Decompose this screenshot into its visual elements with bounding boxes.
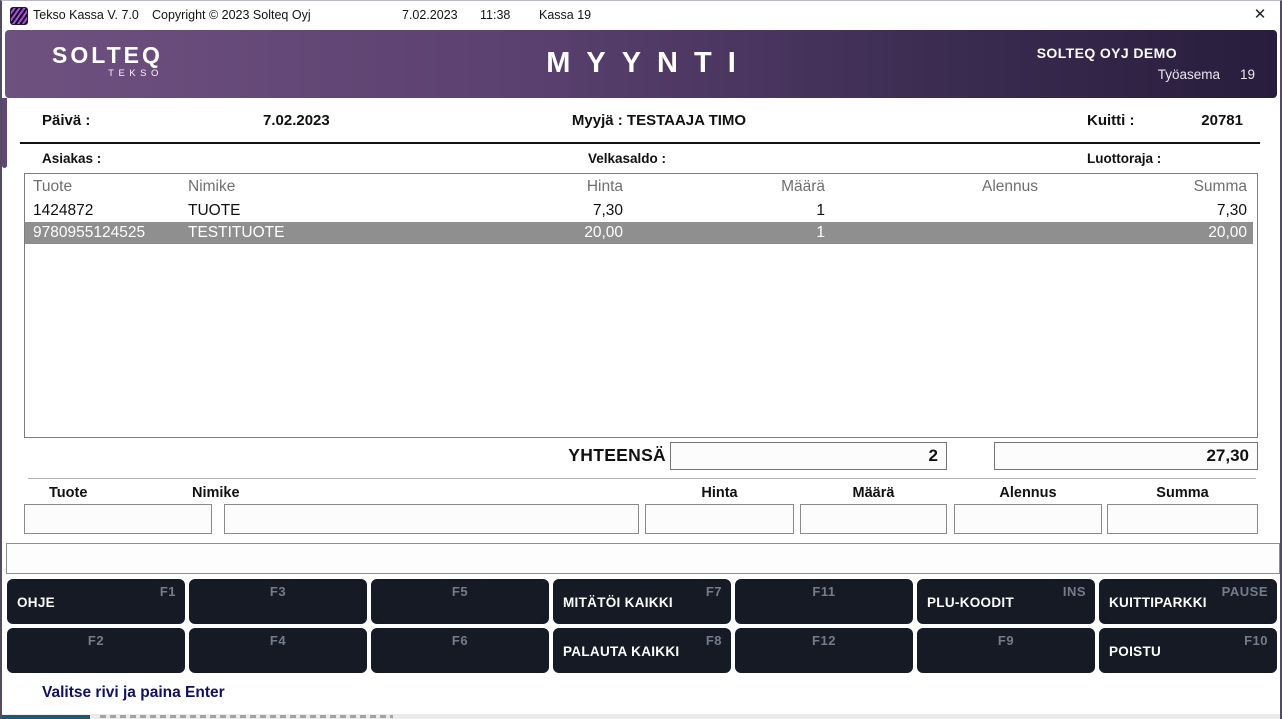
entry-tuote-input[interactable] — [24, 504, 212, 534]
debt-balance-label: Velkasaldo : — [0, 151, 1266, 166]
entry-label-maara: Määrä — [800, 485, 947, 501]
fkey-button-f9[interactable]: F9 — [917, 628, 1095, 673]
fkey-code: F1 — [160, 584, 176, 599]
col-header-hinta: Hinta — [460, 178, 623, 196]
pos-window: Tekso Kassa V. 7.0 Copyright © 2023 Solt… — [0, 0, 1282, 719]
col-header-summa: Summa — [1038, 178, 1257, 196]
receipt-number: 20781 — [1201, 112, 1243, 129]
void-all-button-f7[interactable]: MITÄTÖI KAIKKIF7 — [553, 579, 731, 624]
fkey-button-f3[interactable]: F3 — [189, 579, 367, 624]
titlebar-register: Kassa 19 — [539, 8, 591, 22]
fkey-code: F11 — [735, 584, 913, 599]
sale-lines-table: Tuote Nimike Hinta Määrä Alennus Summa 1… — [24, 173, 1258, 438]
table-row-selected[interactable]: 9780955124525 TESTITUOTE 20,00 1 20,00 — [25, 222, 1257, 244]
table-row[interactable]: 1424872 TUOTE 7,30 1 7,30 — [25, 200, 1257, 222]
command-input[interactable] — [6, 543, 1280, 574]
return-all-button-f8[interactable]: PALAUTA KAIKKIF8 — [553, 628, 731, 673]
plu-codes-button-ins[interactable]: PLU-KOODITINS — [917, 579, 1095, 624]
fkey-code: PAUSE — [1222, 584, 1268, 599]
col-header-alennus: Alennus — [825, 178, 1038, 196]
cell-nimike: TESTITUOTE — [188, 224, 460, 242]
fkey-code: F9 — [917, 633, 1095, 648]
help-button-f1[interactable]: OHJEF1 — [7, 579, 185, 624]
entry-summa-input[interactable] — [1107, 504, 1258, 534]
workstation-label: Työasema — [1158, 67, 1220, 82]
receipt-label: Kuitti : — [1087, 112, 1134, 129]
fkey-code: F4 — [189, 633, 367, 648]
bottom-text-remnant — [100, 715, 393, 718]
entry-nimike-input[interactable] — [224, 504, 639, 534]
workstation-number: 19 — [1240, 67, 1255, 82]
cell-hinta: 7,30 — [460, 202, 623, 220]
fkey-code: F3 — [189, 584, 367, 599]
bottom-teal-bar — [2, 715, 90, 719]
fkey-code: F10 — [1244, 633, 1268, 648]
credit-limit-label: Luottoraja : — [1087, 151, 1161, 166]
fkey-button-f5[interactable]: F5 — [371, 579, 549, 624]
col-header-nimike: Nimike — [188, 178, 460, 196]
col-header-tuote: Tuote — [25, 178, 188, 196]
entry-label-hinta: Hinta — [645, 485, 794, 501]
table-header-row: Tuote Nimike Hinta Määrä Alennus Summa — [25, 174, 1257, 200]
col-header-maara: Määrä — [623, 178, 825, 196]
exit-button-f10[interactable]: POISTUF10 — [1099, 628, 1277, 673]
cell-summa: 20,00 — [1038, 224, 1257, 242]
entry-alennus-input[interactable] — [954, 504, 1102, 534]
window-title: Tekso Kassa V. 7.0 — [33, 8, 139, 22]
titlebar-time: 11:38 — [480, 8, 510, 22]
seller-label: Myyjä : — [572, 112, 623, 129]
status-message: Valitse rivi ja paina Enter — [42, 684, 225, 702]
workstation-info: Työasema 19 — [1158, 67, 1255, 82]
seller-value: TESTAAJA TIMO — [627, 112, 746, 129]
fkey-button-f12[interactable]: F12 — [735, 628, 913, 673]
cell-tuote: 1424872 — [25, 202, 188, 220]
cell-maara: 1 — [623, 224, 825, 242]
fkey-code: F6 — [371, 633, 549, 648]
close-icon[interactable]: ✕ — [1248, 4, 1272, 26]
entry-maara-input[interactable] — [800, 504, 947, 534]
receipt-park-button-pause[interactable]: KUITTIPARKKIPAUSE — [1099, 579, 1277, 624]
separator-line — [20, 142, 1260, 144]
total-quantity-box: 2 — [670, 442, 947, 470]
fkey-code: F7 — [706, 584, 722, 599]
cell-nimike: TUOTE — [188, 202, 460, 220]
app-logo-icon — [10, 7, 28, 25]
fkey-button-f2[interactable]: F2 — [7, 628, 185, 673]
company-name: SOLTEQ OYJ DEMO — [1037, 45, 1177, 61]
fkey-code: INS — [1063, 584, 1086, 599]
fkey-code: F5 — [371, 584, 549, 599]
fkey-code: F12 — [735, 633, 913, 648]
titlebar: Tekso Kassa V. 7.0 Copyright © 2023 Solt… — [2, 1, 1280, 30]
copyright-text: Copyright © 2023 Solteq Oyj — [152, 8, 311, 22]
entry-label-summa: Summa — [1107, 485, 1258, 501]
fkey-button-f4[interactable]: F4 — [189, 628, 367, 673]
total-label: YHTEENSÄ — [542, 445, 666, 466]
cell-hinta: 20,00 — [460, 224, 623, 242]
cell-tuote: 9780955124525 — [25, 224, 188, 242]
entry-label-nimike: Nimike — [192, 485, 240, 501]
fkey-code: F2 — [7, 633, 185, 648]
app-header: SOLTEQ TEKSO MYYNTI SOLTEQ OYJ DEMO Työa… — [5, 30, 1277, 98]
bottom-strip — [2, 714, 1280, 719]
fkey-button-f11[interactable]: F11 — [735, 579, 913, 624]
cell-summa: 7,30 — [1038, 202, 1257, 220]
cell-maara: 1 — [623, 202, 825, 220]
separator-line-2 — [28, 478, 1256, 479]
titlebar-date: 7.02.2023 — [402, 8, 458, 22]
entry-label-alennus: Alennus — [954, 485, 1102, 501]
entry-hinta-input[interactable] — [645, 504, 794, 534]
fkey-button-f6[interactable]: F6 — [371, 628, 549, 673]
function-key-grid: OHJEF1 F3 F5 MITÄTÖI KAIKKIF7 F11 PLU-KO… — [7, 579, 1277, 673]
fkey-code: F8 — [706, 633, 722, 648]
entry-label-tuote: Tuote — [49, 485, 87, 501]
total-sum-box: 27,30 — [994, 442, 1258, 470]
